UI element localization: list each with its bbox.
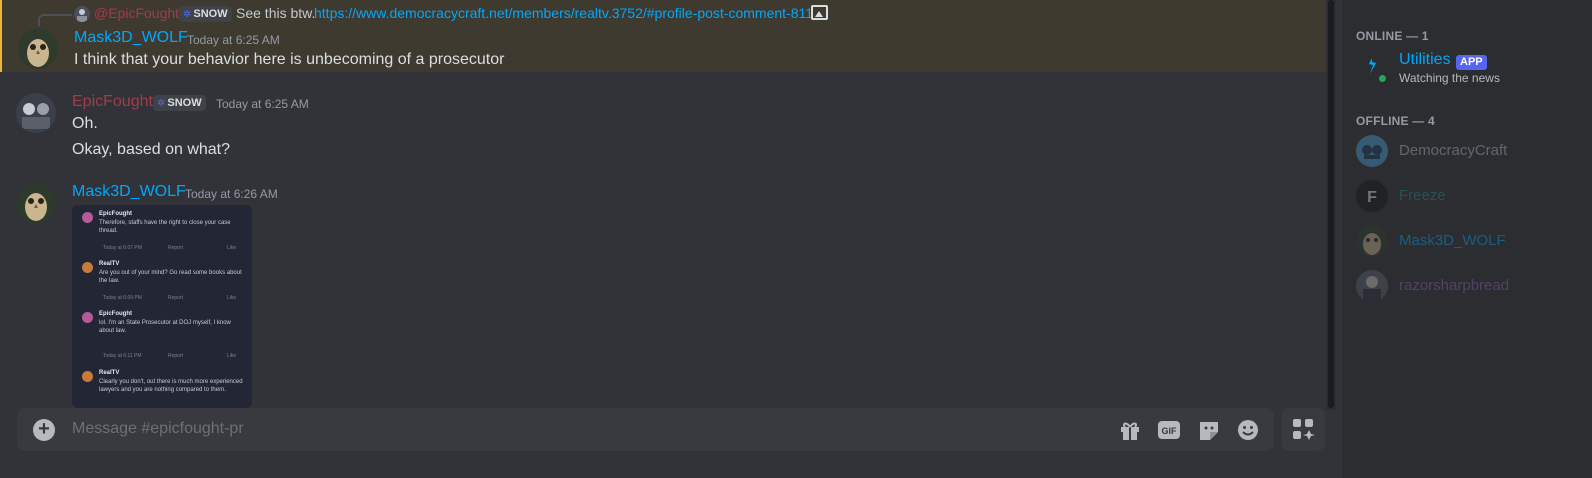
message-text: I think that your behavior here is unbec… (74, 51, 505, 68)
post-time: Today at 6:07 PM (103, 245, 142, 251)
snow-badge: ✲ SNOW (153, 95, 206, 111)
chat-scrollbar[interactable] (1326, 0, 1336, 410)
post-author: RealTV (99, 370, 120, 376)
post-avatar (82, 262, 93, 273)
message-epicfought[interactable]: EpicFought ✲ SNOW Today at 6:25 AM Oh. Ok… (0, 88, 1326, 164)
member-mask3d-wolf[interactable]: Mask3D_WOLF (1342, 220, 1592, 262)
reply-link[interactable]: https://www.democracycraft.net/members/r… (314, 5, 813, 21)
member-democracycraft[interactable]: DemocracyCraft (1342, 130, 1592, 172)
message-author[interactable]: EpicFought (72, 93, 153, 111)
snow-icon: ✲ (183, 9, 192, 20)
avatar[interactable] (18, 29, 58, 69)
message-timestamp: Today at 6:26 AM (185, 187, 278, 201)
reply-author[interactable]: @EpicFought (94, 5, 179, 21)
message-timestamp: Today at 6:25 AM (216, 97, 309, 111)
online-status-icon (1377, 73, 1388, 84)
snow-badge-label: SNOW (193, 8, 228, 20)
offline-header: OFFLINE — 4 (1356, 114, 1435, 128)
post-avatar (82, 371, 93, 382)
chat-panel: @EpicFought ✲ SNOW See this btw. https://… (0, 0, 1336, 478)
gift-icon[interactable] (1118, 419, 1142, 441)
member-avatar: F (1356, 180, 1388, 212)
snow-badge: ✲ SNOW (179, 6, 232, 22)
emoji-icon[interactable] (1236, 419, 1260, 441)
message-text: Okay, based on what? (72, 141, 231, 158)
reply-avatar[interactable] (74, 6, 90, 22)
member-name: razorsharpbread (1399, 277, 1510, 294)
message-mask3d-reply[interactable]: @EpicFought ✲ SNOW See this btw. https://… (0, 0, 1326, 72)
apps-icon (1293, 419, 1315, 440)
member-name: Freeze (1399, 187, 1446, 204)
post-like: Like (227, 295, 237, 301)
post-author: EpicFought (99, 311, 132, 317)
post-report: Report (168, 295, 184, 301)
post-time: Today at 6:11 PM (103, 353, 142, 359)
image-icon (811, 5, 828, 20)
reply-connector (38, 14, 72, 26)
app-badge: APP (1456, 55, 1487, 70)
svg-text:F: F (1367, 189, 1377, 206)
online-header: ONLINE — 1 (1356, 29, 1429, 43)
message-author[interactable]: Mask3D_WOLF (72, 183, 186, 201)
gif-icon[interactable]: GIF (1157, 419, 1181, 441)
member-freeze[interactable]: F Freeze (1342, 175, 1592, 217)
message-composer[interactable]: + Message #epicfought-pr GIF (17, 408, 1274, 451)
attached-screenshot[interactable]: EpicFought Therefore, staffs have the ri… (72, 205, 252, 408)
post-report: Report (168, 353, 184, 359)
avatar[interactable] (16, 93, 56, 133)
member-avatar (1356, 135, 1388, 167)
post-report: Report (168, 245, 184, 251)
avatar[interactable] (16, 183, 56, 223)
member-activity: Watching the news (1399, 71, 1500, 85)
message-timestamp: Today at 6:25 AM (187, 33, 280, 47)
member-name: Mask3D_WOLF (1399, 232, 1506, 249)
post-like: Like (227, 245, 237, 251)
snow-badge-label: SNOW (167, 97, 202, 109)
member-utilities[interactable]: Utilities APP Watching the news (1342, 47, 1592, 89)
member-razorsharpbread[interactable]: razorsharpbread (1342, 265, 1592, 307)
post-author: EpicFought (99, 211, 132, 217)
member-avatar (1356, 270, 1388, 302)
post-author: RealTV (99, 261, 120, 267)
post-text: Clearly you don't, out there is much mor… (99, 379, 243, 393)
member-name: DemocracyCraft (1399, 142, 1508, 159)
scrollbar-thumb[interactable] (1328, 0, 1334, 408)
discord-window: @EpicFought ✲ SNOW See this btw. https://… (0, 0, 1592, 478)
member-avatar (1356, 225, 1388, 257)
post-text: Are you out of your mind? Go read some b… (99, 270, 242, 284)
apps-button[interactable] (1282, 408, 1325, 451)
message-text: Oh. (72, 115, 98, 132)
post-avatar (82, 212, 93, 223)
sticker-icon[interactable] (1197, 419, 1221, 441)
member-list: ONLINE — 1 Utilities APP Watching the ne… (1342, 0, 1592, 478)
member-name: Utilities (1399, 51, 1451, 68)
message-input[interactable]: Message #epicfought-pr (72, 420, 244, 438)
post-time: Today at 6:09 PM (103, 295, 142, 301)
post-like: Like (227, 353, 237, 359)
gif-icon-label: GIF (1162, 426, 1178, 436)
post-text: lol. I'm an State Prosecutor at DOJ myse… (99, 320, 231, 334)
reply-preview-text[interactable]: See this btw. (236, 5, 315, 21)
post-text: Therefore, staffs have the right to clos… (99, 220, 231, 234)
message-author[interactable]: Mask3D_WOLF (74, 29, 188, 47)
post-avatar (82, 312, 93, 323)
snow-icon: ✲ (157, 98, 166, 109)
add-attachment-icon[interactable]: + (33, 419, 55, 441)
